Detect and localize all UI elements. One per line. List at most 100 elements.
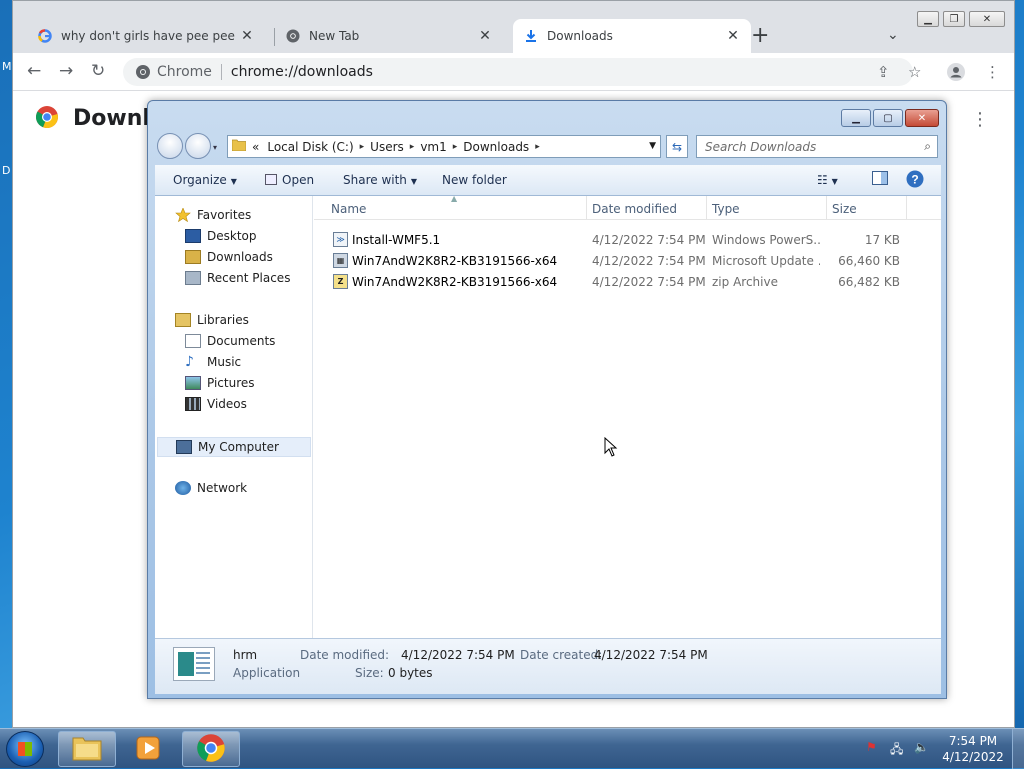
chevron-down-icon[interactable]: ⌄ — [887, 27, 899, 43]
help-icon[interactable]: ? — [906, 170, 924, 191]
start-button[interactable] — [6, 731, 44, 767]
new-tab-button[interactable]: + — [751, 25, 769, 47]
nav-downloads[interactable]: Downloads — [185, 250, 273, 264]
share-with-button[interactable]: Share with ▼ — [343, 173, 417, 187]
file-name: Win7AndW2K8R2-KB3191566-x64 — [352, 254, 558, 268]
column-divider[interactable] — [706, 196, 707, 220]
refresh-button[interactable]: ⇆ — [666, 135, 688, 158]
nav-favorites[interactable]: Favorites — [175, 207, 251, 223]
network-tray-icon[interactable]: 🖧 — [890, 740, 903, 761]
minimize-button[interactable]: ▁ — [841, 109, 871, 127]
nav-buttons: ▾ — [157, 133, 217, 159]
search-icon[interactable]: ⌕ — [924, 139, 931, 154]
open-button[interactable]: Open — [265, 173, 314, 187]
taskbar-explorer-button[interactable] — [58, 731, 116, 767]
breadcrumb-users[interactable]: Users — [370, 140, 404, 154]
desktop-icon — [185, 229, 201, 243]
chevron-right-icon[interactable]: ▸ — [535, 142, 540, 152]
nav-recent-places[interactable]: Recent Places — [185, 271, 290, 285]
tab-downloads[interactable]: Downloads ✕ — [513, 19, 751, 53]
details-pane: hrm Application Date modified: 4/12/2022… — [155, 638, 941, 694]
taskbar-chrome-button[interactable] — [182, 731, 240, 767]
file-date: 4/12/2022 7:54 PM — [592, 275, 706, 289]
breadcrumb-local-disk[interactable]: Local Disk (C:) — [267, 140, 353, 154]
breadcrumb-downloads[interactable]: Downloads — [463, 140, 529, 154]
column-divider[interactable] — [586, 196, 587, 220]
chevron-right-icon[interactable]: ▸ — [453, 142, 458, 152]
more-options-icon[interactable]: ⋮ — [971, 109, 989, 130]
nav-desktop[interactable]: Desktop — [185, 229, 257, 243]
clock-date: 4/12/2022 — [942, 750, 1004, 764]
address-bar[interactable]: « Local Disk (C:) ▸ Users ▸ vm1 ▸ Downlo… — [227, 135, 661, 158]
nav-pictures[interactable]: Pictures — [185, 376, 255, 390]
star-icon[interactable]: ☆ — [908, 63, 921, 81]
details-date-created: 4/12/2022 7:54 PM — [594, 648, 708, 662]
search-input[interactable]: Search Downloads ⌕ — [696, 135, 938, 158]
breadcrumb-overflow[interactable]: « — [252, 140, 259, 154]
restore-button[interactable]: ❐ — [943, 11, 965, 27]
menu-icon[interactable]: ⋮ — [985, 63, 1000, 81]
nav-network[interactable]: Network — [175, 481, 247, 495]
tab-title: Downloads — [547, 29, 613, 43]
column-size[interactable]: Size — [832, 202, 857, 216]
taskbar-media-player-button[interactable] — [120, 731, 178, 767]
chevron-right-icon[interactable]: ▸ — [410, 142, 415, 152]
minimize-button[interactable]: ▁ — [917, 11, 939, 27]
file-name: Win7AndW2K8R2-KB3191566-x64 — [352, 275, 558, 289]
documents-icon — [185, 334, 201, 348]
tab-google-search[interactable]: why don't girls have pee pee - G ✕ — [27, 19, 265, 53]
tab-title: New Tab — [309, 29, 360, 43]
clock[interactable]: 7:54 PM 4/12/2022 — [938, 733, 1008, 765]
breadcrumb-vm1[interactable]: vm1 — [420, 140, 446, 154]
nav-my-computer[interactable]: My Computer — [157, 437, 311, 457]
close-icon[interactable]: ✕ — [477, 28, 493, 44]
back-icon[interactable]: ← — [27, 61, 41, 81]
chevron-right-icon[interactable]: ▸ — [360, 142, 365, 152]
close-icon[interactable]: ✕ — [239, 28, 255, 44]
maximize-button[interactable]: ▢ — [873, 109, 903, 127]
back-button[interactable] — [157, 133, 183, 159]
show-desktop-button[interactable] — [1012, 729, 1024, 769]
file-row[interactable]: ▦ Win7AndW2K8R2-KB3191566-x64 4/12/2022 … — [314, 250, 941, 271]
media-player-icon — [135, 735, 163, 764]
address-bar[interactable]: Chrome chrome://downloads — [123, 58, 913, 86]
organize-button[interactable]: Organize ▼ — [173, 173, 237, 187]
file-size: 66,482 KB — [838, 275, 900, 289]
column-header: ▲ Name Date modified Type Size — [314, 194, 941, 220]
command-bar: Organize ▼ Open Share with ▼ New folder ☷ … — [155, 165, 941, 196]
close-button[interactable]: ✕ — [969, 11, 1005, 27]
profile-icon[interactable] — [947, 63, 965, 85]
new-folder-button[interactable]: New folder — [442, 173, 507, 187]
nav-videos[interactable]: Videos — [185, 397, 247, 411]
nav-libraries[interactable]: Libraries — [175, 313, 249, 327]
preview-pane-icon[interactable] — [872, 171, 888, 188]
close-icon[interactable]: ✕ — [725, 28, 741, 44]
chrome-logo-icon — [35, 105, 59, 132]
details-size-label: Size: — [355, 666, 384, 680]
folder-icon — [72, 735, 102, 764]
column-date-modified[interactable]: Date modified — [592, 202, 677, 216]
chevron-down-icon[interactable]: ▾ — [213, 143, 217, 159]
tab-strip: why don't girls have pee pee - G ✕ New T… — [13, 1, 1014, 53]
nav-music[interactable]: ♪ Music — [185, 355, 241, 369]
close-button[interactable]: ✕ — [905, 109, 939, 127]
nav-documents[interactable]: Documents — [185, 334, 275, 348]
column-type[interactable]: Type — [712, 202, 740, 216]
videos-icon — [185, 397, 201, 411]
google-icon — [37, 28, 53, 44]
view-options-icon[interactable]: ☷ ▼ — [817, 173, 838, 187]
file-row[interactable]: ≫ Install-WMF5.1 4/12/2022 7:54 PM Windo… — [314, 229, 941, 250]
chevron-down-icon[interactable]: ▼ — [649, 141, 656, 151]
file-row[interactable]: Z Win7AndW2K8R2-KB3191566-x64 4/12/2022 … — [314, 271, 941, 292]
column-divider[interactable] — [826, 196, 827, 220]
reload-icon[interactable]: ↻ — [91, 61, 105, 81]
file-date: 4/12/2022 7:54 PM — [592, 233, 706, 247]
share-icon[interactable]: ⇪ — [877, 63, 890, 81]
column-divider[interactable] — [906, 196, 907, 220]
forward-button[interactable] — [185, 133, 211, 159]
action-center-icon[interactable]: ⚑ — [866, 740, 877, 754]
volume-icon[interactable]: 🔈 — [914, 740, 929, 754]
column-name[interactable]: Name — [331, 202, 366, 216]
tab-new-tab[interactable]: New Tab ✕ — [275, 19, 503, 53]
forward-icon[interactable]: → — [59, 61, 73, 81]
